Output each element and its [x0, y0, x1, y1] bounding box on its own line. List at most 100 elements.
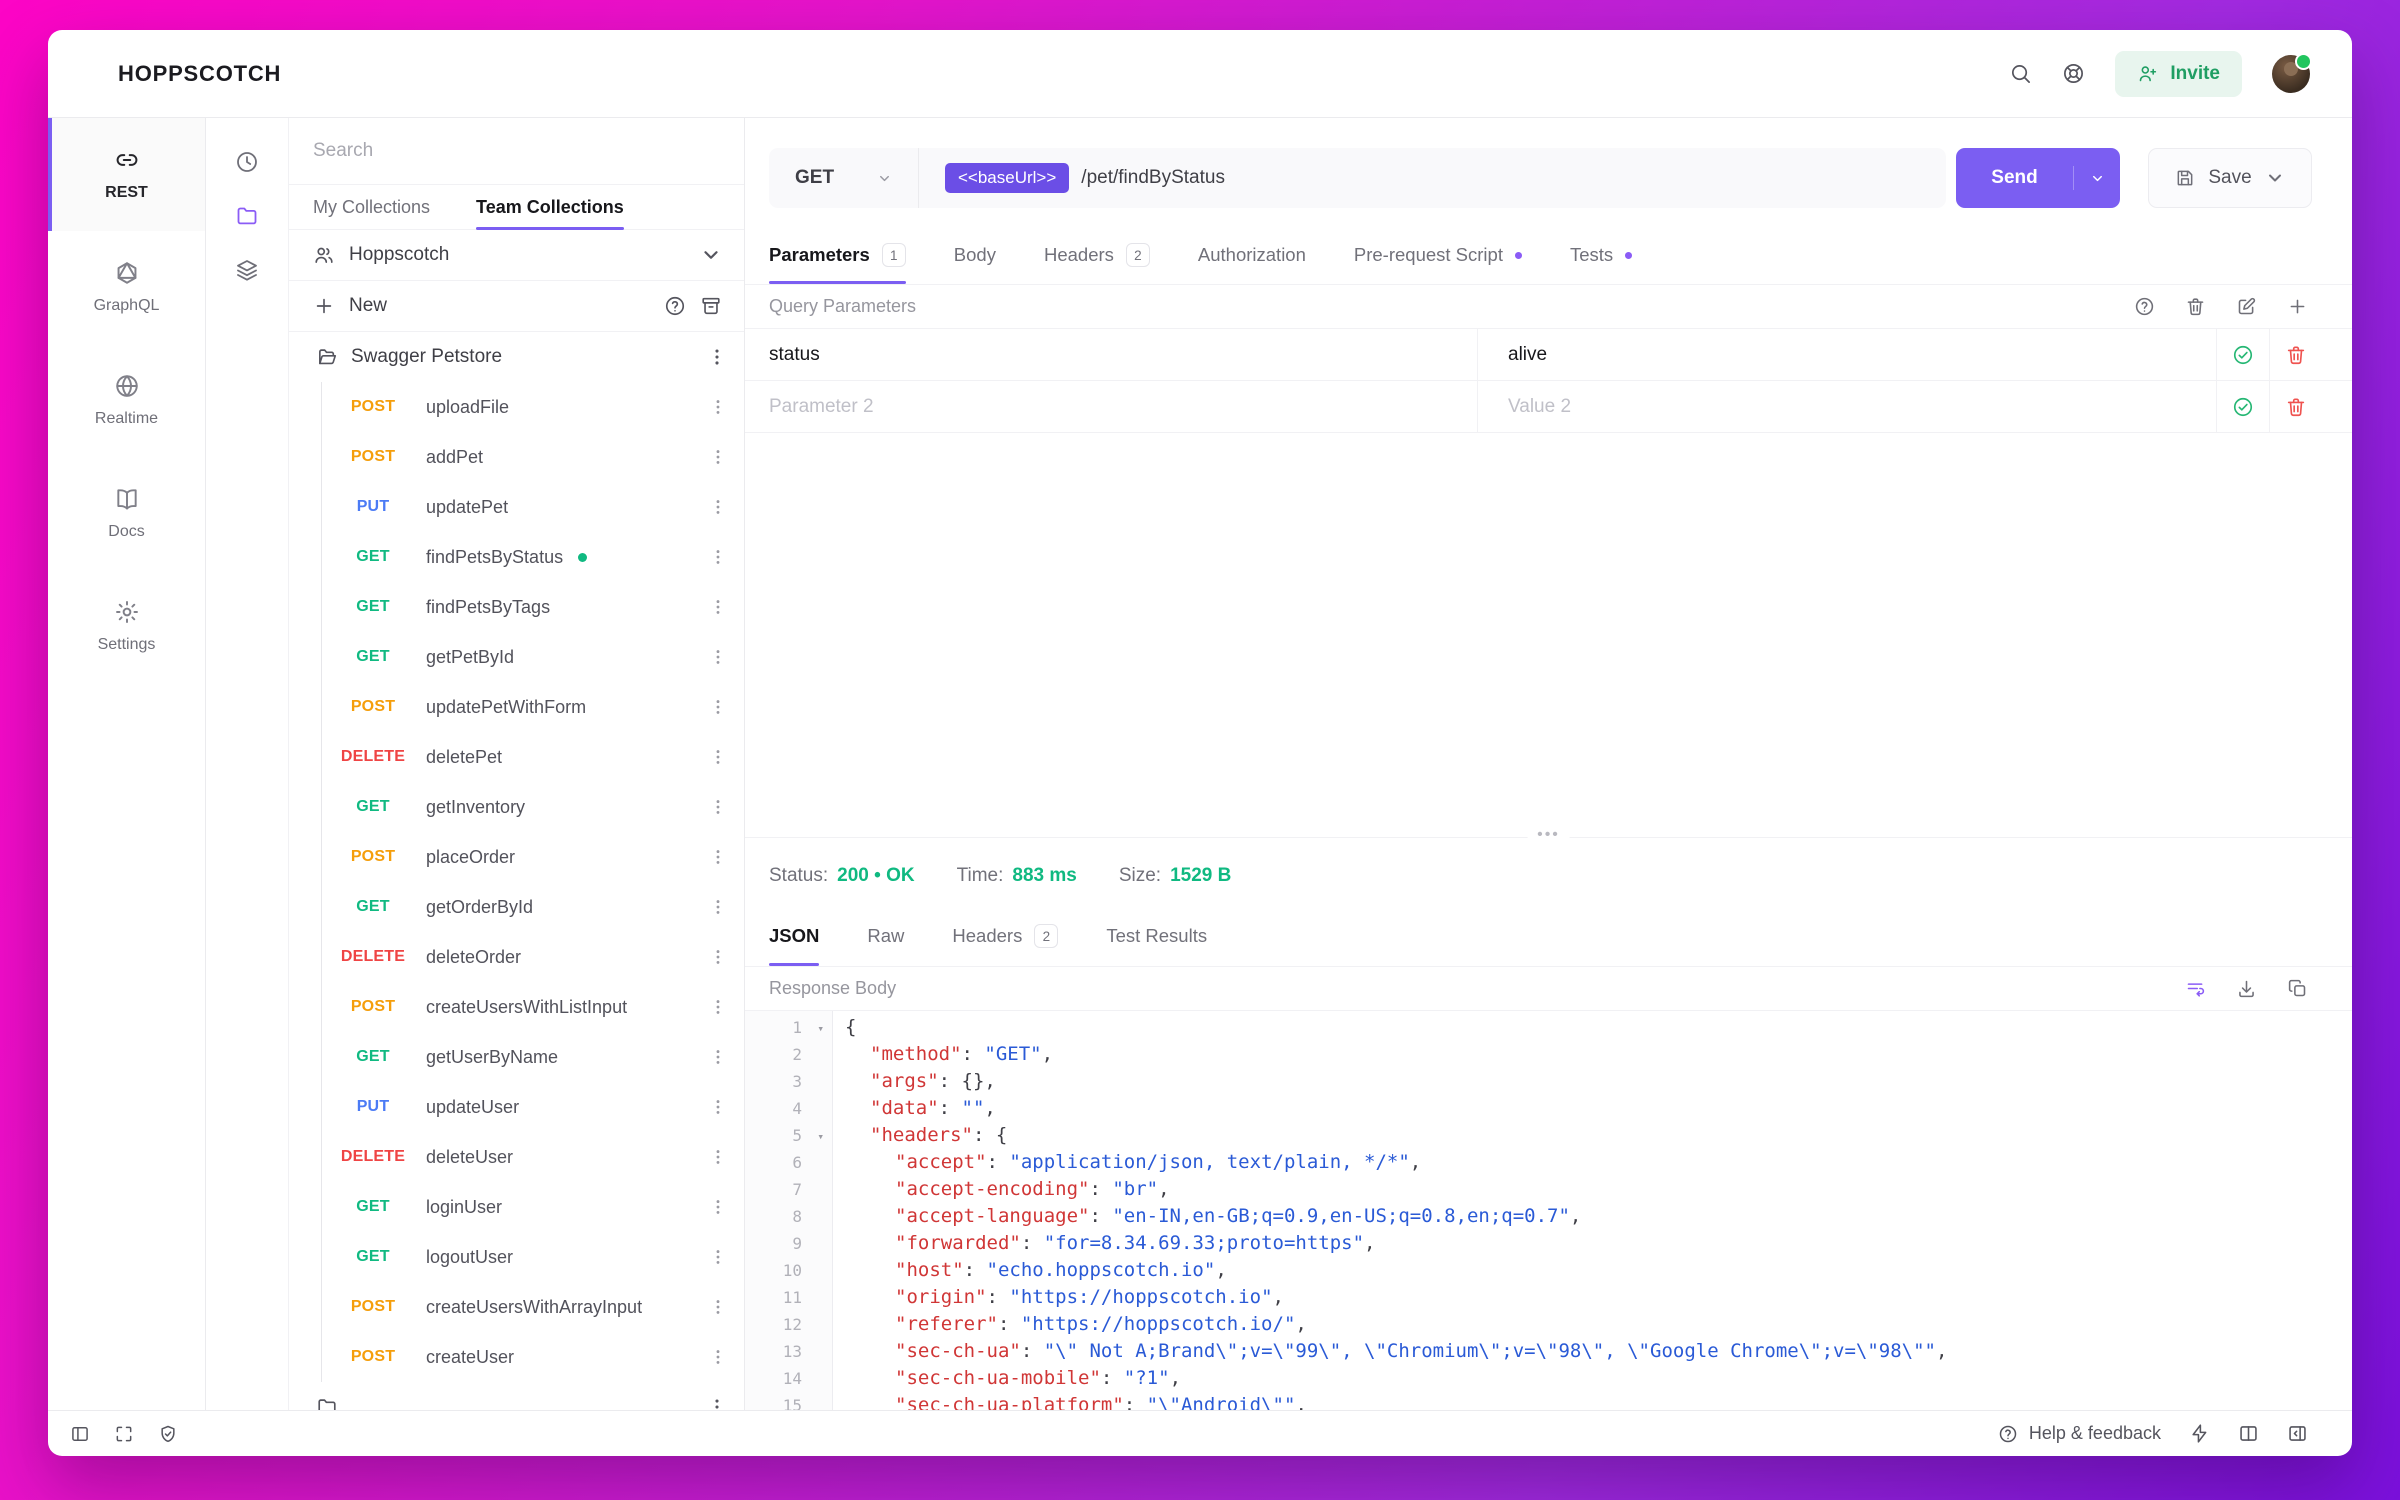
request-tab-headers[interactable]: Headers 2 [1044, 226, 1150, 284]
more-options-button[interactable] [708, 647, 728, 667]
trash-button[interactable] [2185, 296, 2206, 317]
request-findpetsbytags[interactable]: GET findPetsByTags [289, 582, 744, 632]
more-options-button[interactable] [708, 1297, 728, 1317]
sidebar-item-graphql[interactable]: GraphQL [48, 231, 205, 344]
request-tab-tests[interactable]: Tests [1570, 226, 1633, 284]
avatar[interactable] [2272, 52, 2312, 93]
life-buoy-button[interactable] [2062, 62, 2085, 85]
zap-button[interactable] [2189, 1423, 2210, 1444]
request-tab-body[interactable]: Body [954, 226, 996, 284]
more-options-button[interactable] [708, 597, 728, 617]
edit-button[interactable] [2236, 296, 2257, 317]
team-selector[interactable]: Hoppscotch [289, 230, 744, 281]
param-value-input[interactable]: alive [1477, 329, 2216, 380]
fold-arrow-icon[interactable]: ▾ [817, 1123, 824, 1150]
request-getpetbyid[interactable]: GET getPetById [289, 632, 744, 682]
more-options-button[interactable] [708, 1047, 728, 1067]
help-feedback-button[interactable]: Help & feedback [1998, 1423, 2161, 1444]
send-button[interactable]: Send [1956, 148, 2120, 208]
url-input[interactable]: <<baseUrl>> /pet/findByStatus [919, 163, 1251, 193]
more-options-button[interactable] [708, 1147, 728, 1167]
request-tab-authorization[interactable]: Authorization [1198, 226, 1306, 284]
request-createuser[interactable]: POST createUser [289, 1332, 744, 1382]
param-delete-button[interactable] [2285, 396, 2307, 418]
request-loginuser[interactable]: GET loginUser [289, 1182, 744, 1232]
collections-help-button[interactable] [664, 295, 686, 317]
request-deletepet[interactable]: DELETE deletePet [289, 732, 744, 782]
panel-right-close-button[interactable] [2287, 1423, 2308, 1444]
request-updateuser[interactable]: PUT updateUser [289, 1082, 744, 1132]
sidebar-item-settings[interactable]: Settings [48, 570, 205, 683]
response-tab-test-results[interactable]: Test Results [1106, 906, 1207, 966]
request-addpet[interactable]: POST addPet [289, 432, 744, 482]
response-tab-headers[interactable]: Headers 2 [952, 906, 1059, 966]
request-getinventory[interactable]: GET getInventory [289, 782, 744, 832]
method-selector[interactable]: GET [769, 148, 919, 208]
maximize-button[interactable] [114, 1424, 134, 1444]
collections-tab-my-collections[interactable]: My Collections [313, 185, 430, 229]
more-options-button[interactable] [708, 497, 728, 517]
more-options-button[interactable] [708, 847, 728, 867]
response-tab-raw[interactable]: Raw [867, 906, 904, 966]
more-options-button[interactable] [708, 1197, 728, 1217]
search-button[interactable] [2009, 62, 2032, 85]
request-tab-parameters[interactable]: Parameters 1 [769, 226, 906, 284]
more-options-button[interactable] [708, 397, 728, 417]
more-options-button[interactable] [708, 1247, 728, 1267]
param-key-input[interactable]: status [745, 329, 1477, 380]
columns-button[interactable] [2238, 1423, 2259, 1444]
panel-left-button[interactable] [70, 1424, 90, 1444]
save-button[interactable]: Save [2148, 148, 2312, 208]
shield-check-button[interactable] [158, 1424, 178, 1444]
request-getuserbyname[interactable]: GET getUserByName [289, 1032, 744, 1082]
plus-button[interactable] [2287, 296, 2308, 317]
request-uploadfile[interactable]: POST uploadFile [289, 382, 744, 432]
sidebar-item-docs[interactable]: Docs [48, 457, 205, 570]
sidebar-item-rest[interactable]: REST [48, 118, 205, 231]
more-options-button[interactable] [708, 697, 728, 717]
request-tab-pre-request-script[interactable]: Pre-request Script [1354, 226, 1522, 284]
import-export-button[interactable] [700, 295, 722, 317]
more-options-button[interactable] [708, 1097, 728, 1117]
request-deleteorder[interactable]: DELETE deleteOrder [289, 932, 744, 982]
more-options-button[interactable] [708, 1347, 728, 1367]
request-updatepet[interactable]: PUT updatePet [289, 482, 744, 532]
wrap-text-button[interactable] [2185, 978, 2206, 999]
collection-folder-partial[interactable] [289, 1382, 744, 1410]
more-options-button[interactable] [708, 897, 728, 917]
sidebar-item-realtime[interactable]: Realtime [48, 344, 205, 457]
download-button[interactable] [2236, 978, 2257, 999]
request-getorderbyid[interactable]: GET getOrderById [289, 882, 744, 932]
help-circle-button[interactable] [2134, 296, 2155, 317]
request-createuserswithlistinput[interactable]: POST createUsersWithListInput [289, 982, 744, 1032]
panel-resize-handle[interactable]: ••• [745, 827, 2352, 845]
new-collection-button[interactable] [313, 295, 335, 317]
collections-tab-team-collections[interactable]: Team Collections [476, 185, 624, 230]
more-options-button[interactable] [708, 997, 728, 1017]
fold-arrow-icon[interactable]: ▾ [817, 1015, 824, 1042]
more-options-button[interactable] [708, 447, 728, 467]
more-options-button[interactable] [708, 947, 728, 967]
request-deleteuser[interactable]: DELETE deleteUser [289, 1132, 744, 1182]
request-updatepetwithform[interactable]: POST updatePetWithForm [289, 682, 744, 732]
more-options-button[interactable] [708, 547, 728, 567]
request-findpetsbystatus[interactable]: GET findPetsByStatus [289, 532, 744, 582]
request-createuserswitharrayinput[interactable]: POST createUsersWithArrayInput [289, 1282, 744, 1332]
more-options-button[interactable] [706, 346, 728, 368]
strip-history-button[interactable] [235, 150, 259, 174]
strip-collections-button[interactable] [235, 204, 259, 228]
more-options-button[interactable] [708, 797, 728, 817]
param-active-toggle[interactable] [2232, 396, 2254, 418]
param-value-input[interactable]: Value 2 [1477, 381, 2216, 432]
response-tab-json[interactable]: JSON [769, 906, 820, 966]
collection-folder[interactable]: Swagger Petstore [289, 332, 744, 382]
request-placeorder[interactable]: POST placeOrder [289, 832, 744, 882]
invite-button[interactable]: Invite [2115, 50, 2242, 97]
more-options-button[interactable] [708, 747, 728, 767]
param-delete-button[interactable] [2285, 344, 2307, 366]
param-key-input[interactable]: Parameter 2 [745, 381, 1477, 432]
strip-environments-button[interactable] [235, 258, 259, 282]
param-active-toggle[interactable] [2232, 344, 2254, 366]
request-logoutuser[interactable]: GET logoutUser [289, 1232, 744, 1282]
response-body-editor[interactable]: 1 ▾ {2 "method": "GET", 3 "args": {}, 4 "data":… [745, 1011, 2352, 1410]
